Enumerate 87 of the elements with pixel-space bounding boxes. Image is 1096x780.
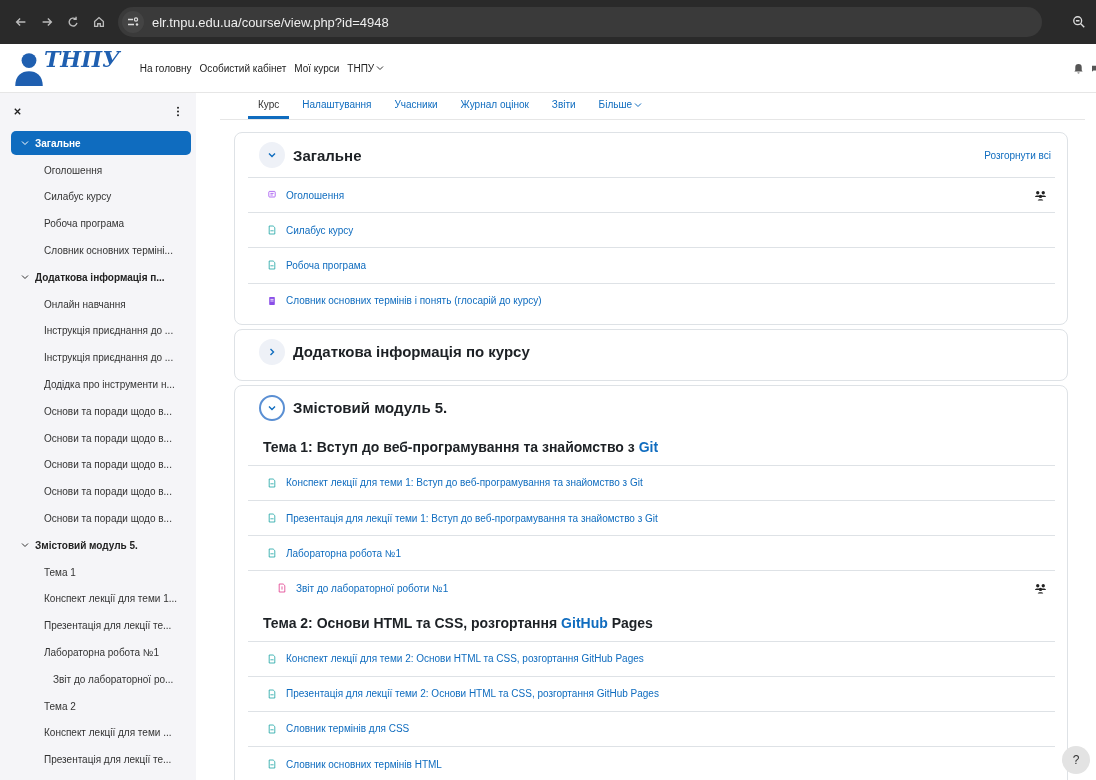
drawer-item[interactable]: Основи та поради щодо в... [11, 478, 191, 506]
drawer-item[interactable]: Оголошення [11, 156, 191, 184]
document-icon [268, 513, 276, 524]
drawer-item[interactable]: Змістовий модуль 5. [11, 531, 191, 559]
topic-heading: Тема 2: Основи HTML та CSS, розгортання GitHub Pages [262, 614, 654, 633]
chat-bubble-icon [268, 190, 276, 201]
drawer-item[interactable]: Основи та поради щодо в... [11, 424, 191, 452]
drawer-item[interactable]: Тема 2 [11, 692, 191, 720]
forward-icon[interactable] [40, 15, 54, 29]
drawer-item[interactable]: Інструкція приєднання до ... [11, 344, 191, 372]
drawer-item[interactable]: Інструкція приєднання до ... [11, 317, 191, 345]
site-settings-icon[interactable] [122, 11, 144, 33]
document-icon [278, 583, 286, 594]
activity-link[interactable]: Словник основних термінів HTML [286, 758, 442, 770]
section-title: Змістовий модуль 5. [293, 399, 448, 417]
activity-link[interactable]: Оголошення [286, 189, 345, 201]
bell-icon[interactable] [1073, 62, 1084, 74]
document-icon [268, 477, 276, 488]
close-icon[interactable] [13, 107, 22, 116]
chevron-icon [21, 541, 29, 550]
caret-icon [634, 100, 643, 109]
drawer-item[interactable]: Основи та поради щодо в... [11, 505, 191, 532]
topic-link[interactable]: GitHub [561, 615, 608, 631]
activity-link[interactable]: Лабораторна робота №1 [286, 547, 402, 559]
chevron-icon [21, 139, 29, 148]
drawer-item[interactable]: Силабус курсу [11, 183, 191, 211]
document-icon [268, 653, 276, 664]
address-bar[interactable]: elr.tnpu.edu.ua/course/view.php?id=4948 [118, 7, 1042, 37]
drawer-item[interactable]: Додаткова інформація п... [11, 263, 191, 291]
chevron-icon [267, 346, 277, 357]
drawer-item[interactable]: Конспект лекції для теми ... [11, 719, 191, 747]
activity-link[interactable]: Словник термінів для CSS [286, 723, 410, 735]
drawer-item[interactable]: Презентація для лекції те... [11, 746, 191, 774]
activity-link[interactable]: Презентація для лекції теми 1: Вступ до веб-програмування та знайомство з Git [286, 512, 658, 524]
zoom-out-icon[interactable] [1072, 15, 1086, 29]
drawer-item[interactable]: Словник основних терміні... [11, 237, 191, 264]
document-icon [268, 225, 276, 236]
chevron-icon [21, 273, 29, 282]
nav-tab[interactable]: Звіти [541, 93, 586, 119]
drawer-item[interactable]: Тема 1 [11, 558, 191, 586]
nav-tab[interactable]: Курс [248, 93, 290, 119]
topic-link[interactable]: Git [638, 439, 659, 456]
university-logo[interactable]: ТНПУ [14, 50, 120, 86]
collapse-button[interactable] [259, 394, 285, 421]
home-icon[interactable] [92, 15, 106, 29]
activity-link[interactable]: Робоча програма [286, 259, 367, 271]
kebab-menu-icon[interactable] [176, 106, 180, 117]
book-icon [268, 295, 276, 306]
nav-tab[interactable]: Більше [588, 93, 653, 119]
document-icon [268, 688, 276, 699]
chevron-icon [267, 150, 277, 160]
drawer-item[interactable]: Лабораторна робота №1 [11, 639, 191, 666]
section-title: Загальне [293, 146, 362, 164]
activity-link[interactable]: Силабус курсу [286, 224, 354, 236]
activity-link[interactable]: Конспект лекції для теми 1: Вступ до веб-програмування та знайомство з Git [286, 477, 643, 489]
reload-icon[interactable] [66, 15, 80, 29]
topic-heading: Тема 1: Вступ до веб-програмування та знайомство з Git [262, 438, 660, 458]
nav-link[interactable]: ТНПУ [347, 62, 385, 74]
activity-link[interactable]: Конспект лекції для теми 2: Основи HTML та CSS, розгортання GitHub Pages [286, 653, 644, 665]
drawer-item[interactable]: Основи та поради щодо в... [11, 397, 191, 425]
drawer-item[interactable]: Робоча програма [11, 210, 191, 238]
drawer-item[interactable]: Звіт до лабораторної ро... [11, 665, 191, 693]
nav-tab[interactable]: Налаштування [292, 93, 382, 119]
nav-link[interactable]: Мої курси [294, 62, 340, 74]
drawer-item[interactable]: Додідка про інструменти н... [11, 371, 191, 398]
document-icon [268, 723, 276, 734]
drawer-item[interactable]: Презентація для лекції те... [11, 612, 191, 640]
document-icon [268, 260, 276, 271]
drawer-item[interactable]: Загальне [11, 131, 191, 156]
nav-tab[interactable]: Журнал оцінок [450, 93, 539, 119]
section-title: Додаткова інформація по курсу [293, 343, 530, 361]
expand-all-link[interactable]: Розгорнути всі [984, 149, 1051, 161]
caret-icon [376, 64, 385, 72]
back-icon[interactable] [14, 15, 28, 29]
document-icon [268, 548, 276, 559]
activity-link[interactable]: Презентація для лекції теми 2: Основи HTML та CSS, розгортання GitHub Pages [286, 688, 659, 700]
help-button[interactable]: ? [1062, 746, 1090, 774]
document-icon [268, 759, 276, 770]
nav-tab[interactable]: Учасники [384, 93, 448, 119]
activity-link[interactable]: Звіт до лабораторної роботи №1 [296, 582, 449, 594]
drawer-item[interactable]: Онлайн навчання [11, 290, 191, 318]
nav-link[interactable]: На головну [139, 62, 192, 74]
activity-link[interactable]: Словник основних термінів і понять (глосарій до курсу) [286, 295, 542, 307]
drawer-item[interactable]: Конспект лекції для теми 1... [11, 585, 191, 613]
nav-link[interactable]: Особистий кабінет [199, 62, 287, 74]
drawer-item[interactable]: Основи та поради щодо в... [11, 451, 191, 479]
url-text: elr.tnpu.edu.ua/course/view.php?id=4948 [152, 14, 389, 30]
